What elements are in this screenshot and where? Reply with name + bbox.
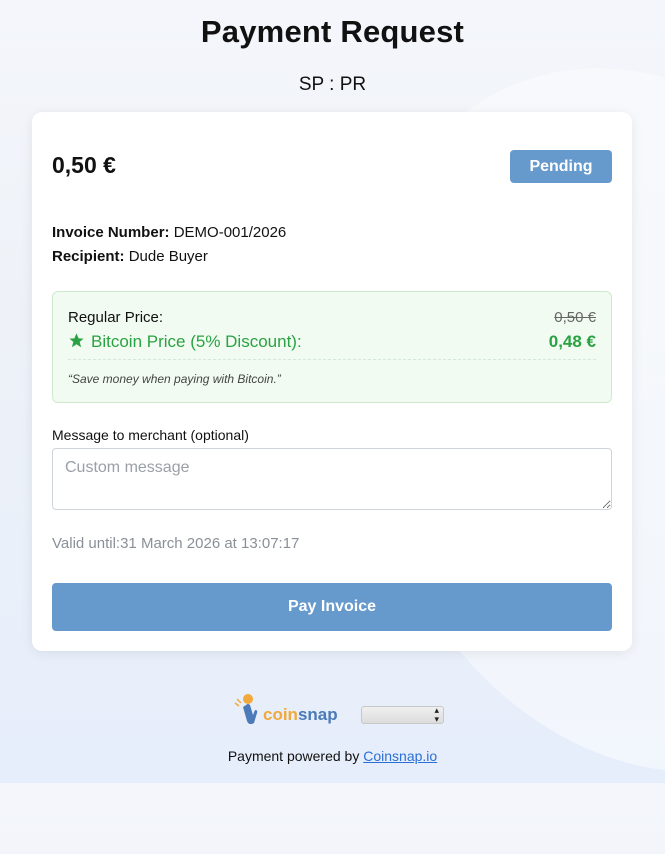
recipient-value: Dude Buyer <box>128 248 208 265</box>
coinsnap-logo-icon <box>234 694 258 725</box>
invoice-number-label: Invoice Number: <box>52 224 170 241</box>
coinsnap-link[interactable]: Coinsnap.io <box>363 748 437 764</box>
page-title: Payment Request <box>200 14 465 49</box>
powered-by-line: Payment powered by Coinsnap.io <box>0 748 665 764</box>
bitcoin-price-value: 0,48 € <box>548 332 596 351</box>
bitcoin-price-row: Bitcoin Price (5% Discount): <box>68 332 302 352</box>
message-label: Message to merchant (optional) <box>52 427 249 443</box>
discount-divider <box>68 359 596 360</box>
message-input[interactable] <box>52 448 612 510</box>
invoice-amount: 0,50 € <box>52 152 116 178</box>
status-badge: Pending <box>510 150 612 183</box>
star-icon <box>69 333 84 348</box>
coinsnap-logo: coinsnap <box>233 693 353 729</box>
recipient-label: Recipient: <box>52 248 125 265</box>
invoice-card: 0,50 € Pending Invoice Number: DEMO-001/… <box>32 112 632 651</box>
regular-price-label: Regular Price: <box>68 309 164 326</box>
invoice-number-line: Invoice Number: DEMO-001/2026 <box>52 224 286 241</box>
valid-until-text: Valid until:31 March 2026 at 13:07:17 <box>52 535 300 552</box>
language-select[interactable]: ▴ ▾ <box>361 706 444 724</box>
regular-price-value: 0,50 € <box>554 309 596 326</box>
recipient-line: Recipient: Dude Buyer <box>52 248 208 265</box>
discount-box: Regular Price: 0,50 € Bitcoin Price (5% … <box>52 291 612 403</box>
pay-invoice-button[interactable]: Pay Invoice <box>52 583 612 631</box>
coinsnap-logo-text: coinsnap <box>263 705 338 724</box>
select-arrows-icon: ▴ ▾ <box>434 705 439 724</box>
discount-quote: “Save money when paying with Bitcoin.” <box>68 372 281 386</box>
bitcoin-price-label: Bitcoin Price (5% Discount): <box>91 332 302 351</box>
invoice-number-value: DEMO-001/2026 <box>173 224 287 241</box>
powered-by-text: Payment powered by <box>227 748 364 764</box>
store-name: SP : PR <box>298 74 367 95</box>
